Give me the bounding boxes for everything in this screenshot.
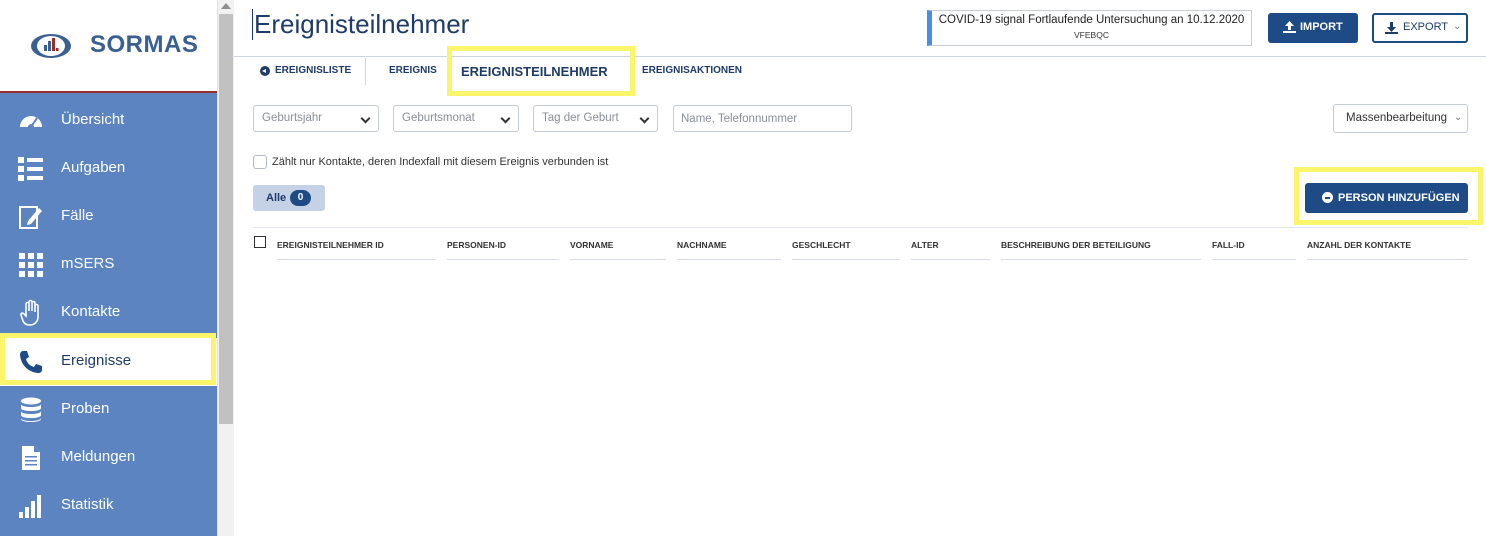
birth-year-select[interactable]: Geburtsjahr — [253, 105, 379, 132]
sidebar-item-statistik[interactable]: Statistik — [0, 482, 217, 530]
sidebar-item-label: mSERS — [61, 255, 115, 272]
sidebar-item-label: Fälle — [61, 207, 94, 224]
dashboard-gauge-icon — [20, 116, 42, 130]
app-name: SORMAS — [90, 31, 199, 58]
index-case-filter-checkbox[interactable] — [253, 155, 267, 169]
birth-month-select[interactable]: Geburtsmonat — [393, 105, 519, 132]
name-phone-search-input[interactable] — [673, 105, 852, 132]
count-badge: 0 — [290, 190, 311, 206]
upload-icon — [1283, 21, 1296, 33]
task-list-icon — [18, 157, 43, 181]
import-button[interactable]: IMPORT — [1268, 13, 1358, 43]
main-content: Ereignisteilnehmer COVID-19 signal Fortl… — [234, 0, 1486, 536]
sidebar: SORMAS Übersicht Aufgaben Fälle mSERS Ko… — [0, 0, 217, 536]
column-header[interactable]: VORNAME — [570, 240, 666, 260]
sidebar-item-msers[interactable]: mSERS — [0, 241, 217, 289]
sidebar-item-faelle[interactable]: Fälle — [0, 193, 217, 241]
sidebar-item-uebersicht[interactable]: Übersicht — [0, 97, 217, 145]
select-placeholder: Tag der Geburt — [542, 112, 619, 124]
tab-ereignisaktionen[interactable]: EREIGNISAKTIONEN — [642, 65, 742, 76]
column-header[interactable]: PERSONEN-ID — [447, 240, 559, 260]
event-info-box: COVID-19 signal Fortlaufende Untersuchun… — [927, 10, 1252, 46]
column-header[interactable]: ALTER — [911, 240, 990, 260]
chevron-down-icon — [639, 113, 650, 124]
tab-ereignisteilnehmer[interactable]: EREIGNISTEILNEHMER — [461, 64, 608, 79]
sidebar-item-kontakte[interactable]: Kontakte — [0, 289, 217, 337]
database-icon — [21, 397, 41, 422]
column-header[interactable]: NACHNAME — [677, 240, 781, 260]
phone-icon — [20, 351, 42, 373]
logo-area[interactable]: SORMAS — [0, 0, 217, 93]
filter-all-button[interactable]: Alle 0 — [253, 185, 325, 211]
sidebar-item-label: Meldungen — [61, 448, 136, 465]
sidebar-item-meldungen[interactable]: Meldungen — [0, 434, 217, 482]
sidebar-item-label: Statistik — [61, 496, 114, 513]
chevron-down-icon: ⌄ — [1453, 21, 1462, 32]
column-header[interactable]: BESCHREIBUNG DER BETEILIGUNG — [1001, 240, 1201, 260]
birth-day-select[interactable]: Tag der Geburt — [533, 105, 658, 132]
sidebar-item-ereignisse[interactable]: Ereignisse — [0, 338, 217, 386]
hand-icon — [20, 299, 39, 326]
add-circle-icon — [1322, 192, 1333, 203]
table-divider — [253, 227, 1468, 228]
column-header[interactable]: EREIGNISTEILNEHMER ID — [277, 240, 436, 260]
sidebar-item-label: Übersicht — [61, 111, 125, 128]
index-case-filter-label[interactable]: Zählt nur Kontakte, deren Indexfall mit … — [272, 156, 608, 168]
bar-chart-icon — [19, 495, 41, 518]
scrollbar-thumb[interactable] — [219, 14, 233, 424]
event-code: VFEBQC — [1074, 30, 1109, 40]
chevron-down-icon — [500, 113, 511, 124]
download-icon — [1385, 22, 1398, 34]
sidebar-item-label: Aufgaben — [61, 159, 126, 176]
column-header[interactable]: GESCHLECHT — [792, 240, 900, 260]
add-person-label: PERSON HINZUFÜGEN — [1338, 192, 1460, 204]
document-icon — [22, 446, 40, 470]
sidebar-item-label: Proben — [61, 400, 110, 417]
page-title: Ereignisteilnehmer — [252, 9, 470, 40]
add-person-button[interactable]: PERSON HINZUFÜGEN — [1305, 183, 1468, 213]
tab-ereignis[interactable]: EREIGNIS — [389, 65, 437, 76]
import-label: IMPORT — [1300, 21, 1343, 33]
mass-edit-button[interactable]: Massenbearbeitung ⌄ — [1333, 104, 1468, 133]
sidebar-item-label: Kontakte — [61, 303, 121, 320]
chevron-down-icon — [360, 113, 371, 124]
mass-edit-label: Massenbearbeitung — [1346, 112, 1448, 124]
export-button[interactable]: EXPORT ⌄ — [1372, 13, 1468, 43]
app-root: SORMAS Übersicht Aufgaben Fälle mSERS Ko… — [0, 0, 1486, 536]
scroll-up-arrow-icon[interactable] — [221, 3, 231, 9]
select-all-checkbox[interactable] — [254, 236, 266, 248]
sidebar-item-proben[interactable]: Proben — [0, 386, 217, 434]
sidebar-item-label: Ereignisse — [61, 352, 132, 369]
arrow-left-circle-icon — [260, 66, 270, 76]
edit-document-icon — [19, 206, 42, 229]
tab-separator — [365, 58, 366, 85]
select-placeholder: Geburtsmonat — [402, 112, 475, 124]
column-header[interactable]: FALL-ID — [1212, 240, 1296, 260]
sidebar-item-aufgaben[interactable]: Aufgaben — [0, 145, 217, 193]
select-placeholder: Geburtsjahr — [262, 112, 323, 124]
chevron-down-icon: ⌄ — [1454, 112, 1463, 123]
sormas-logo-icon — [31, 34, 71, 58]
grid-icon — [19, 253, 43, 277]
tab-label: EREIGNISLISTE — [275, 65, 352, 76]
export-label: EXPORT — [1403, 21, 1449, 33]
filter-all-label: Alle — [266, 192, 287, 204]
column-header[interactable]: ANZAHL DER KONTAKTE — [1307, 240, 1468, 260]
header-divider — [234, 56, 1486, 57]
event-title: COVID-19 signal Fortlaufende Untersuchun… — [938, 14, 1245, 26]
